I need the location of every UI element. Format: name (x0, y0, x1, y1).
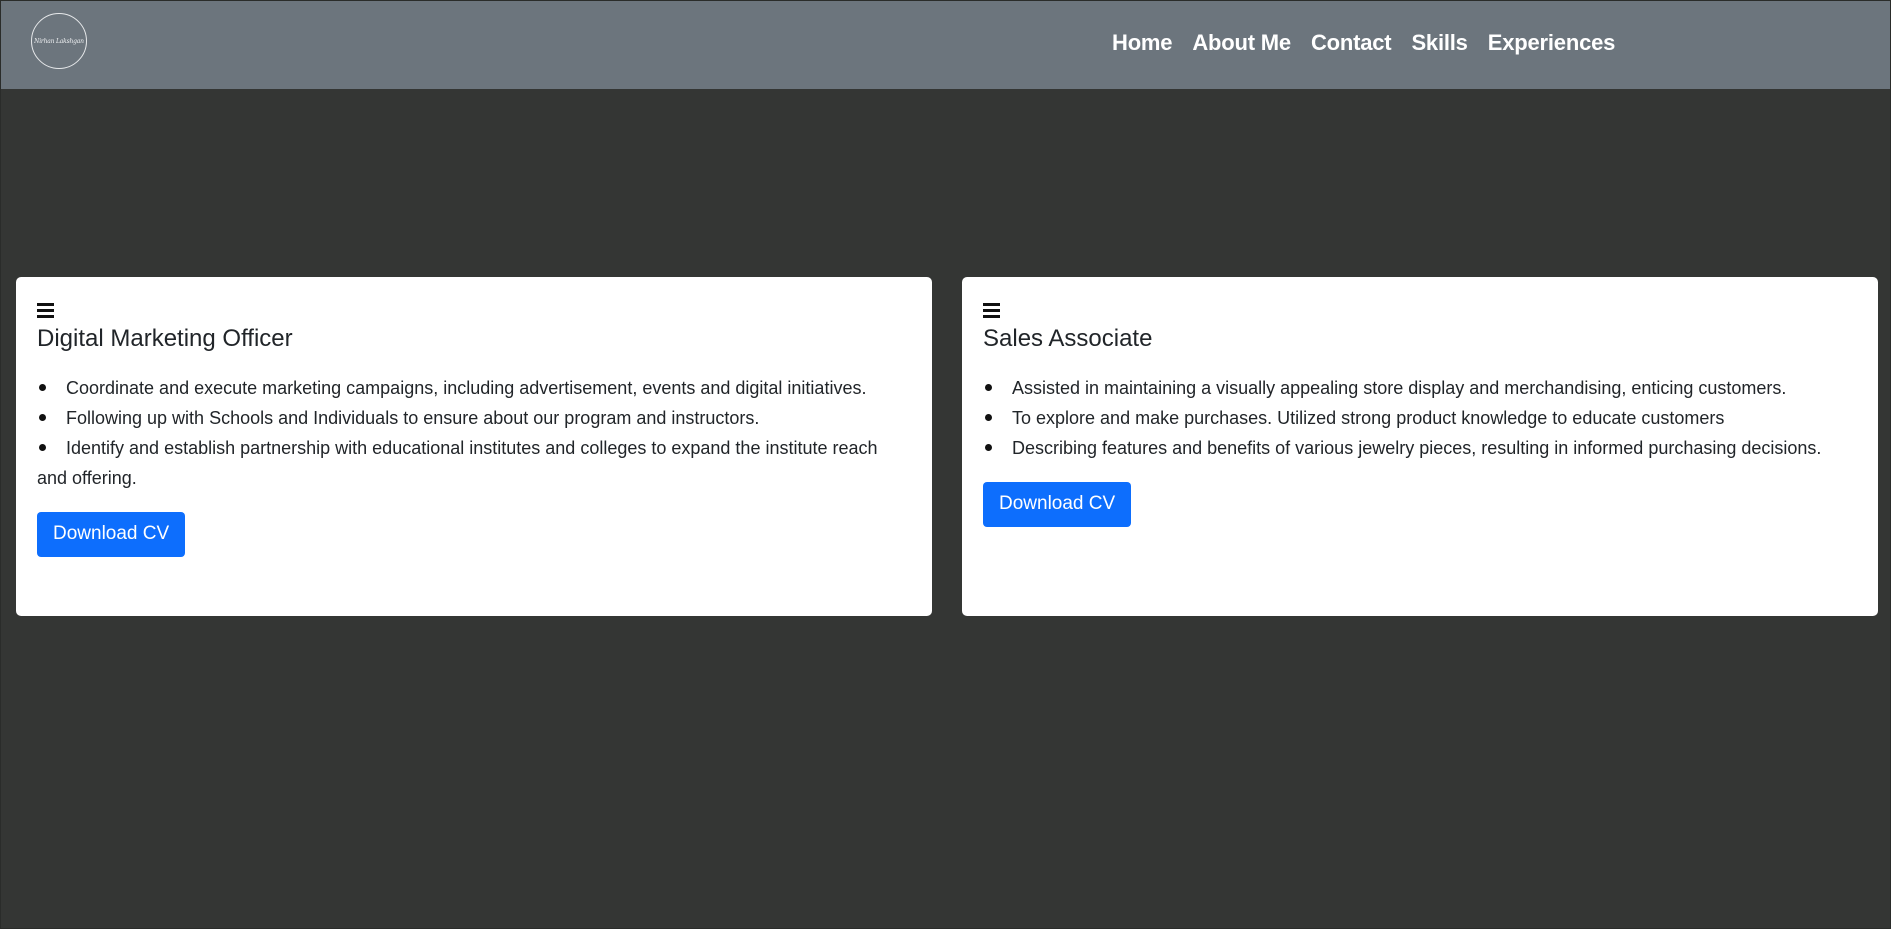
nav-link-experiences[interactable]: Experiences (1488, 28, 1616, 58)
navbar: Nirhan Lakshgan Home About Me Contact Sk… (0, 0, 1891, 89)
download-cv-button[interactable]: Download CV (983, 482, 1132, 527)
duty-text: Describing features and benefits of vari… (1012, 438, 1822, 458)
list-item: Describing features and benefits of vari… (983, 433, 1857, 463)
bullet-icon (39, 414, 46, 422)
duties-list: Coordinate and execute marketing campaig… (37, 373, 911, 493)
bullet-icon (39, 384, 46, 392)
duty-text: Identify and establish partnership with … (37, 438, 878, 488)
logo[interactable]: Nirhan Lakshgan (31, 13, 87, 69)
list-item: To explore and make purchases. Utilized … (983, 403, 1857, 433)
nav-link-skills[interactable]: Skills (1411, 28, 1467, 58)
list-item: Coordinate and execute marketing campaig… (37, 373, 911, 403)
experience-card-digital-marketing: Digital Marketing Officer Coordinate and… (16, 277, 932, 616)
menu-icon[interactable] (37, 303, 55, 319)
duties-list: Assisted in maintaining a visually appea… (983, 373, 1857, 463)
list-item: Assisted in maintaining a visually appea… (983, 373, 1857, 403)
duty-text: Following up with Schools and Individual… (66, 408, 760, 428)
duty-text: To explore and make purchases. Utilized … (1012, 408, 1725, 428)
menu-icon[interactable] (983, 303, 1001, 319)
bullet-icon (985, 414, 992, 422)
list-item: Following up with Schools and Individual… (37, 403, 911, 433)
list-item: Identify and establish partnership with … (37, 433, 911, 493)
card-title: Digital Marketing Officer (37, 325, 293, 352)
experience-card-sales-associate: Sales Associate Assisted in maintaining … (962, 277, 1878, 616)
logo-text: Nirhan Lakshgan (34, 37, 84, 45)
download-cv-button[interactable]: Download CV (37, 512, 186, 557)
nav-links: Home About Me Contact Skills Experiences (1112, 28, 1635, 58)
bullet-icon (39, 444, 46, 452)
duty-text: Assisted in maintaining a visually appea… (1012, 378, 1787, 398)
nav-link-home[interactable]: Home (1112, 28, 1173, 58)
bullet-icon (985, 444, 992, 452)
nav-link-about-me[interactable]: About Me (1192, 28, 1291, 58)
card-title: Sales Associate (983, 325, 1153, 352)
nav-link-contact[interactable]: Contact (1311, 28, 1392, 58)
bullet-icon (985, 384, 992, 392)
duty-text: Coordinate and execute marketing campaig… (66, 378, 867, 398)
